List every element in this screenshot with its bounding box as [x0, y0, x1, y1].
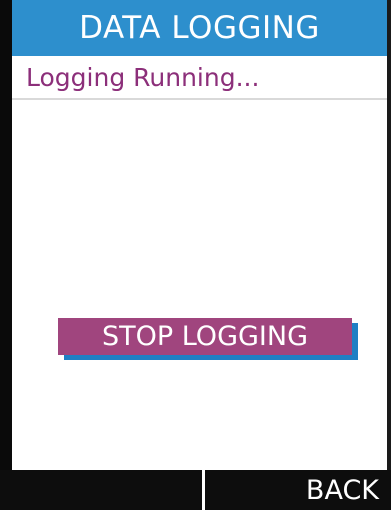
device-bezel-right	[387, 0, 391, 510]
left-softkey[interactable]	[12, 470, 202, 510]
stop-logging-button[interactable]: STOP LOGGING	[58, 318, 352, 355]
screen: DATA LOGGING Logging Running... STOP LOG…	[12, 0, 387, 470]
softkey-bar: BACK	[0, 470, 391, 510]
stop-logging-control: STOP LOGGING	[58, 318, 358, 360]
status-message: Logging Running...	[12, 56, 387, 100]
back-softkey[interactable]: BACK	[205, 470, 387, 510]
device-display: DATA LOGGING Logging Running... STOP LOG…	[0, 0, 391, 510]
page-title: DATA LOGGING	[12, 0, 387, 56]
device-bezel-left	[0, 0, 12, 510]
